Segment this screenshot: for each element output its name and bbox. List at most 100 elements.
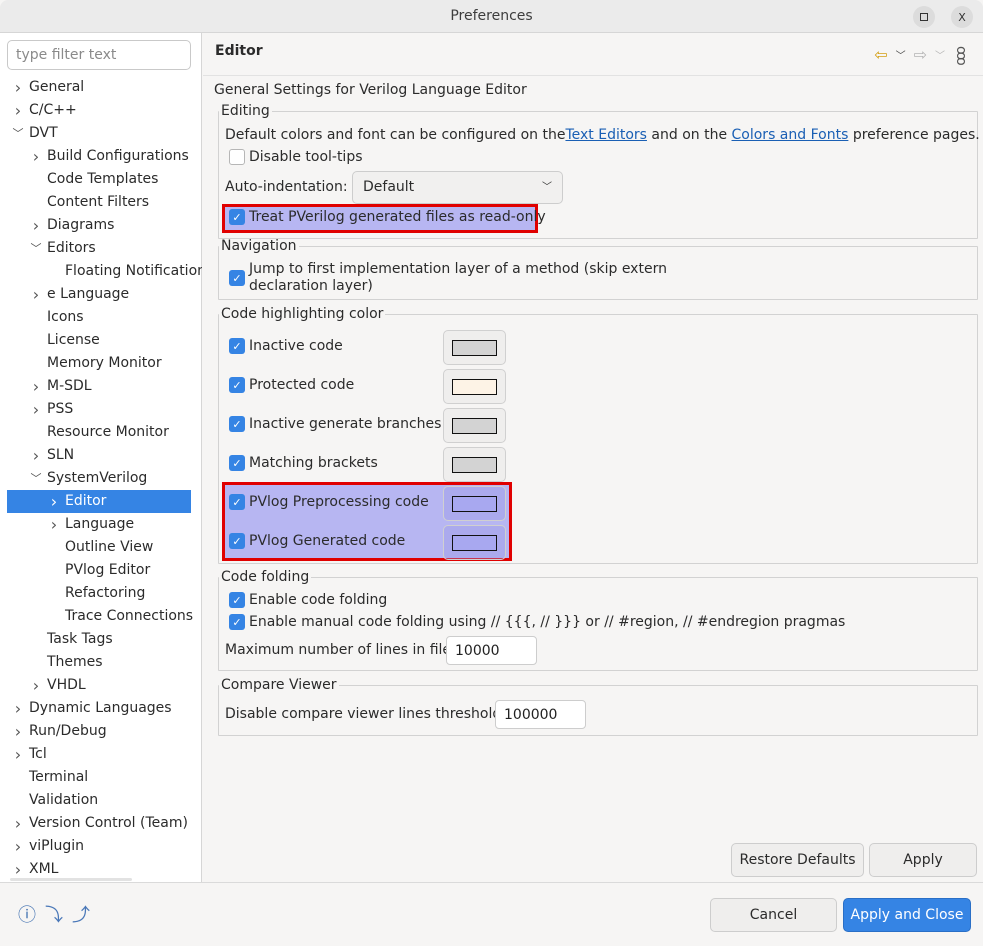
filter-input[interactable] [7, 40, 191, 70]
tree-item[interactable]: › VHDL [0, 674, 202, 697]
tree-item[interactable]: › SLN [0, 444, 202, 467]
checkbox-checked-icon[interactable]: ✓ [229, 209, 245, 225]
tree-item[interactable]: › Tcl [0, 743, 202, 766]
tree-item[interactable]: Refactoring [0, 582, 202, 605]
export-icon[interactable]: ⤴ [72, 901, 90, 927]
tree-item[interactable]: Themes [0, 651, 202, 674]
tree-item[interactable]: › e Language [0, 283, 202, 306]
highlight-checkbox[interactable]: ✓ Inactive code [229, 338, 343, 354]
highlight-checkbox[interactable]: ✓ Inactive generate branches [229, 416, 441, 432]
tree-item[interactable]: Outline View [0, 536, 202, 559]
tree-item[interactable]: Memory Monitor [0, 352, 202, 375]
highlight-checkbox[interactable]: ✓ PVlog Preprocessing code [229, 494, 429, 510]
tree-item[interactable]: › Version Control (Team) [0, 812, 202, 835]
close-button[interactable]: X [951, 6, 973, 28]
tree-item[interactable]: › M-SDL [0, 375, 202, 398]
tree-item[interactable]: ﹀ SystemVerilog [0, 467, 202, 490]
tree-item[interactable]: Task Tags [0, 628, 202, 651]
checkbox-checked-icon[interactable]: ✓ [229, 455, 245, 471]
highlight-checkbox[interactable]: ✓ Protected code [229, 377, 354, 393]
tree-item[interactable]: Floating Notifications [0, 260, 202, 283]
chevron-right-icon[interactable]: › [30, 375, 42, 398]
tree-item[interactable]: › PSS [0, 398, 202, 421]
chevron-right-icon[interactable]: › [30, 145, 42, 168]
chevron-right-icon[interactable]: › [30, 214, 42, 237]
tree-item[interactable]: Resource Monitor [0, 421, 202, 444]
jump-checkbox[interactable]: ✓ Jump to first implementation layer of … [229, 261, 667, 295]
highlight-checkbox[interactable]: ✓ PVlog Generated code [229, 533, 405, 549]
checkbox-checked-icon[interactable]: ✓ [229, 533, 245, 549]
checkbox-checked-icon[interactable]: ✓ [229, 494, 245, 510]
colors-fonts-link[interactable]: Colors and Fonts [732, 127, 849, 143]
color-picker-button[interactable] [443, 369, 506, 404]
restore-defaults-button[interactable]: Restore Defaults [731, 843, 864, 877]
color-picker-button[interactable] [443, 486, 506, 521]
checkbox-checked-icon[interactable]: ✓ [229, 614, 245, 630]
tree-item[interactable]: Content Filters [0, 191, 202, 214]
checkbox-checked-icon[interactable]: ✓ [229, 416, 245, 432]
chevron-right-icon[interactable]: › [12, 812, 24, 835]
auto-indent-select[interactable]: Default ﹀ [352, 171, 563, 204]
chevron-down-icon[interactable]: ﹀ [12, 122, 24, 145]
tree-item[interactable]: › General [0, 76, 202, 99]
cancel-button[interactable]: Cancel [710, 898, 837, 932]
tree-item[interactable]: Code Templates [0, 168, 202, 191]
highlight-checkbox[interactable]: ✓ Matching brackets [229, 455, 378, 471]
tree-item[interactable]: ﹀ DVT [0, 122, 202, 145]
checkbox-checked-icon[interactable]: ✓ [229, 592, 245, 608]
text-editors-link[interactable]: Text Editors [565, 127, 647, 143]
chevron-right-icon[interactable]: › [48, 513, 60, 536]
tree-item[interactable]: › Language [0, 513, 202, 536]
chevron-right-icon[interactable]: › [12, 835, 24, 858]
chevron-right-icon[interactable]: › [30, 674, 42, 697]
import-icon[interactable]: ⤵ [45, 901, 63, 927]
chevron-down-icon[interactable]: ﹀ [935, 47, 945, 62]
tree-item[interactable]: Validation [0, 789, 202, 812]
back-arrow-icon[interactable]: ⇦ [874, 45, 887, 64]
threshold-input[interactable] [495, 700, 586, 729]
color-picker-button[interactable] [443, 525, 506, 560]
checkbox-checked-icon[interactable]: ✓ [229, 338, 245, 354]
maximize-button[interactable] [913, 6, 935, 28]
tree-item[interactable]: › Editor [7, 490, 191, 513]
tree-item[interactable]: Terminal [0, 766, 202, 789]
chevron-right-icon[interactable]: › [30, 398, 42, 421]
chevron-right-icon[interactable]: › [12, 720, 24, 743]
color-picker-button[interactable] [443, 447, 506, 482]
chevron-right-icon[interactable]: › [12, 76, 24, 99]
enable-folding-checkbox[interactable]: ✓ Enable code folding [229, 592, 387, 608]
chevron-down-icon[interactable]: ﹀ [30, 467, 42, 490]
tree-item[interactable]: › Run/Debug [0, 720, 202, 743]
chevron-right-icon[interactable]: › [30, 444, 42, 467]
help-icon[interactable]: ⓘ [18, 901, 36, 927]
checkbox-checked-icon[interactable]: ✓ [229, 377, 245, 393]
treat-readonly-checkbox[interactable]: ✓ Treat PVerilog generated files as read… [229, 209, 546, 225]
tree-item[interactable]: Icons [0, 306, 202, 329]
tree-item[interactable]: License [0, 329, 202, 352]
color-picker-button[interactable] [443, 330, 506, 365]
chevron-right-icon[interactable]: › [12, 697, 24, 720]
chevron-down-icon[interactable]: ﹀ [896, 47, 906, 62]
chevron-right-icon[interactable]: › [48, 490, 60, 513]
chevron-right-icon[interactable]: › [12, 99, 24, 122]
tree-item[interactable]: ﹀ Editors [0, 237, 202, 260]
apply-button[interactable]: Apply [869, 843, 977, 877]
color-picker-button[interactable] [443, 408, 506, 443]
tree-item[interactable]: › viPlugin [0, 835, 202, 858]
horizontal-scrollbar[interactable] [10, 878, 132, 881]
checkbox-unchecked-icon[interactable] [229, 149, 245, 165]
max-lines-input[interactable] [446, 636, 537, 665]
chevron-right-icon[interactable]: › [12, 743, 24, 766]
forward-arrow-icon[interactable]: ⇨ [914, 45, 927, 64]
disable-tooltips-checkbox[interactable]: Disable tool-tips [229, 149, 363, 165]
checkbox-checked-icon[interactable]: ✓ [229, 270, 245, 286]
tree-item[interactable]: Trace Connections [0, 605, 202, 628]
tree-item[interactable]: PVlog Editor [0, 559, 202, 582]
tree-item[interactable]: › Diagrams [0, 214, 202, 237]
tree-item[interactable]: › Build Configurations [0, 145, 202, 168]
chevron-right-icon[interactable]: › [30, 283, 42, 306]
tree-item[interactable]: › Dynamic Languages [0, 697, 202, 720]
view-menu-icon[interactable]: ooo [953, 46, 969, 63]
chevron-down-icon[interactable]: ﹀ [30, 237, 42, 260]
apply-and-close-button[interactable]: Apply and Close [843, 898, 971, 932]
